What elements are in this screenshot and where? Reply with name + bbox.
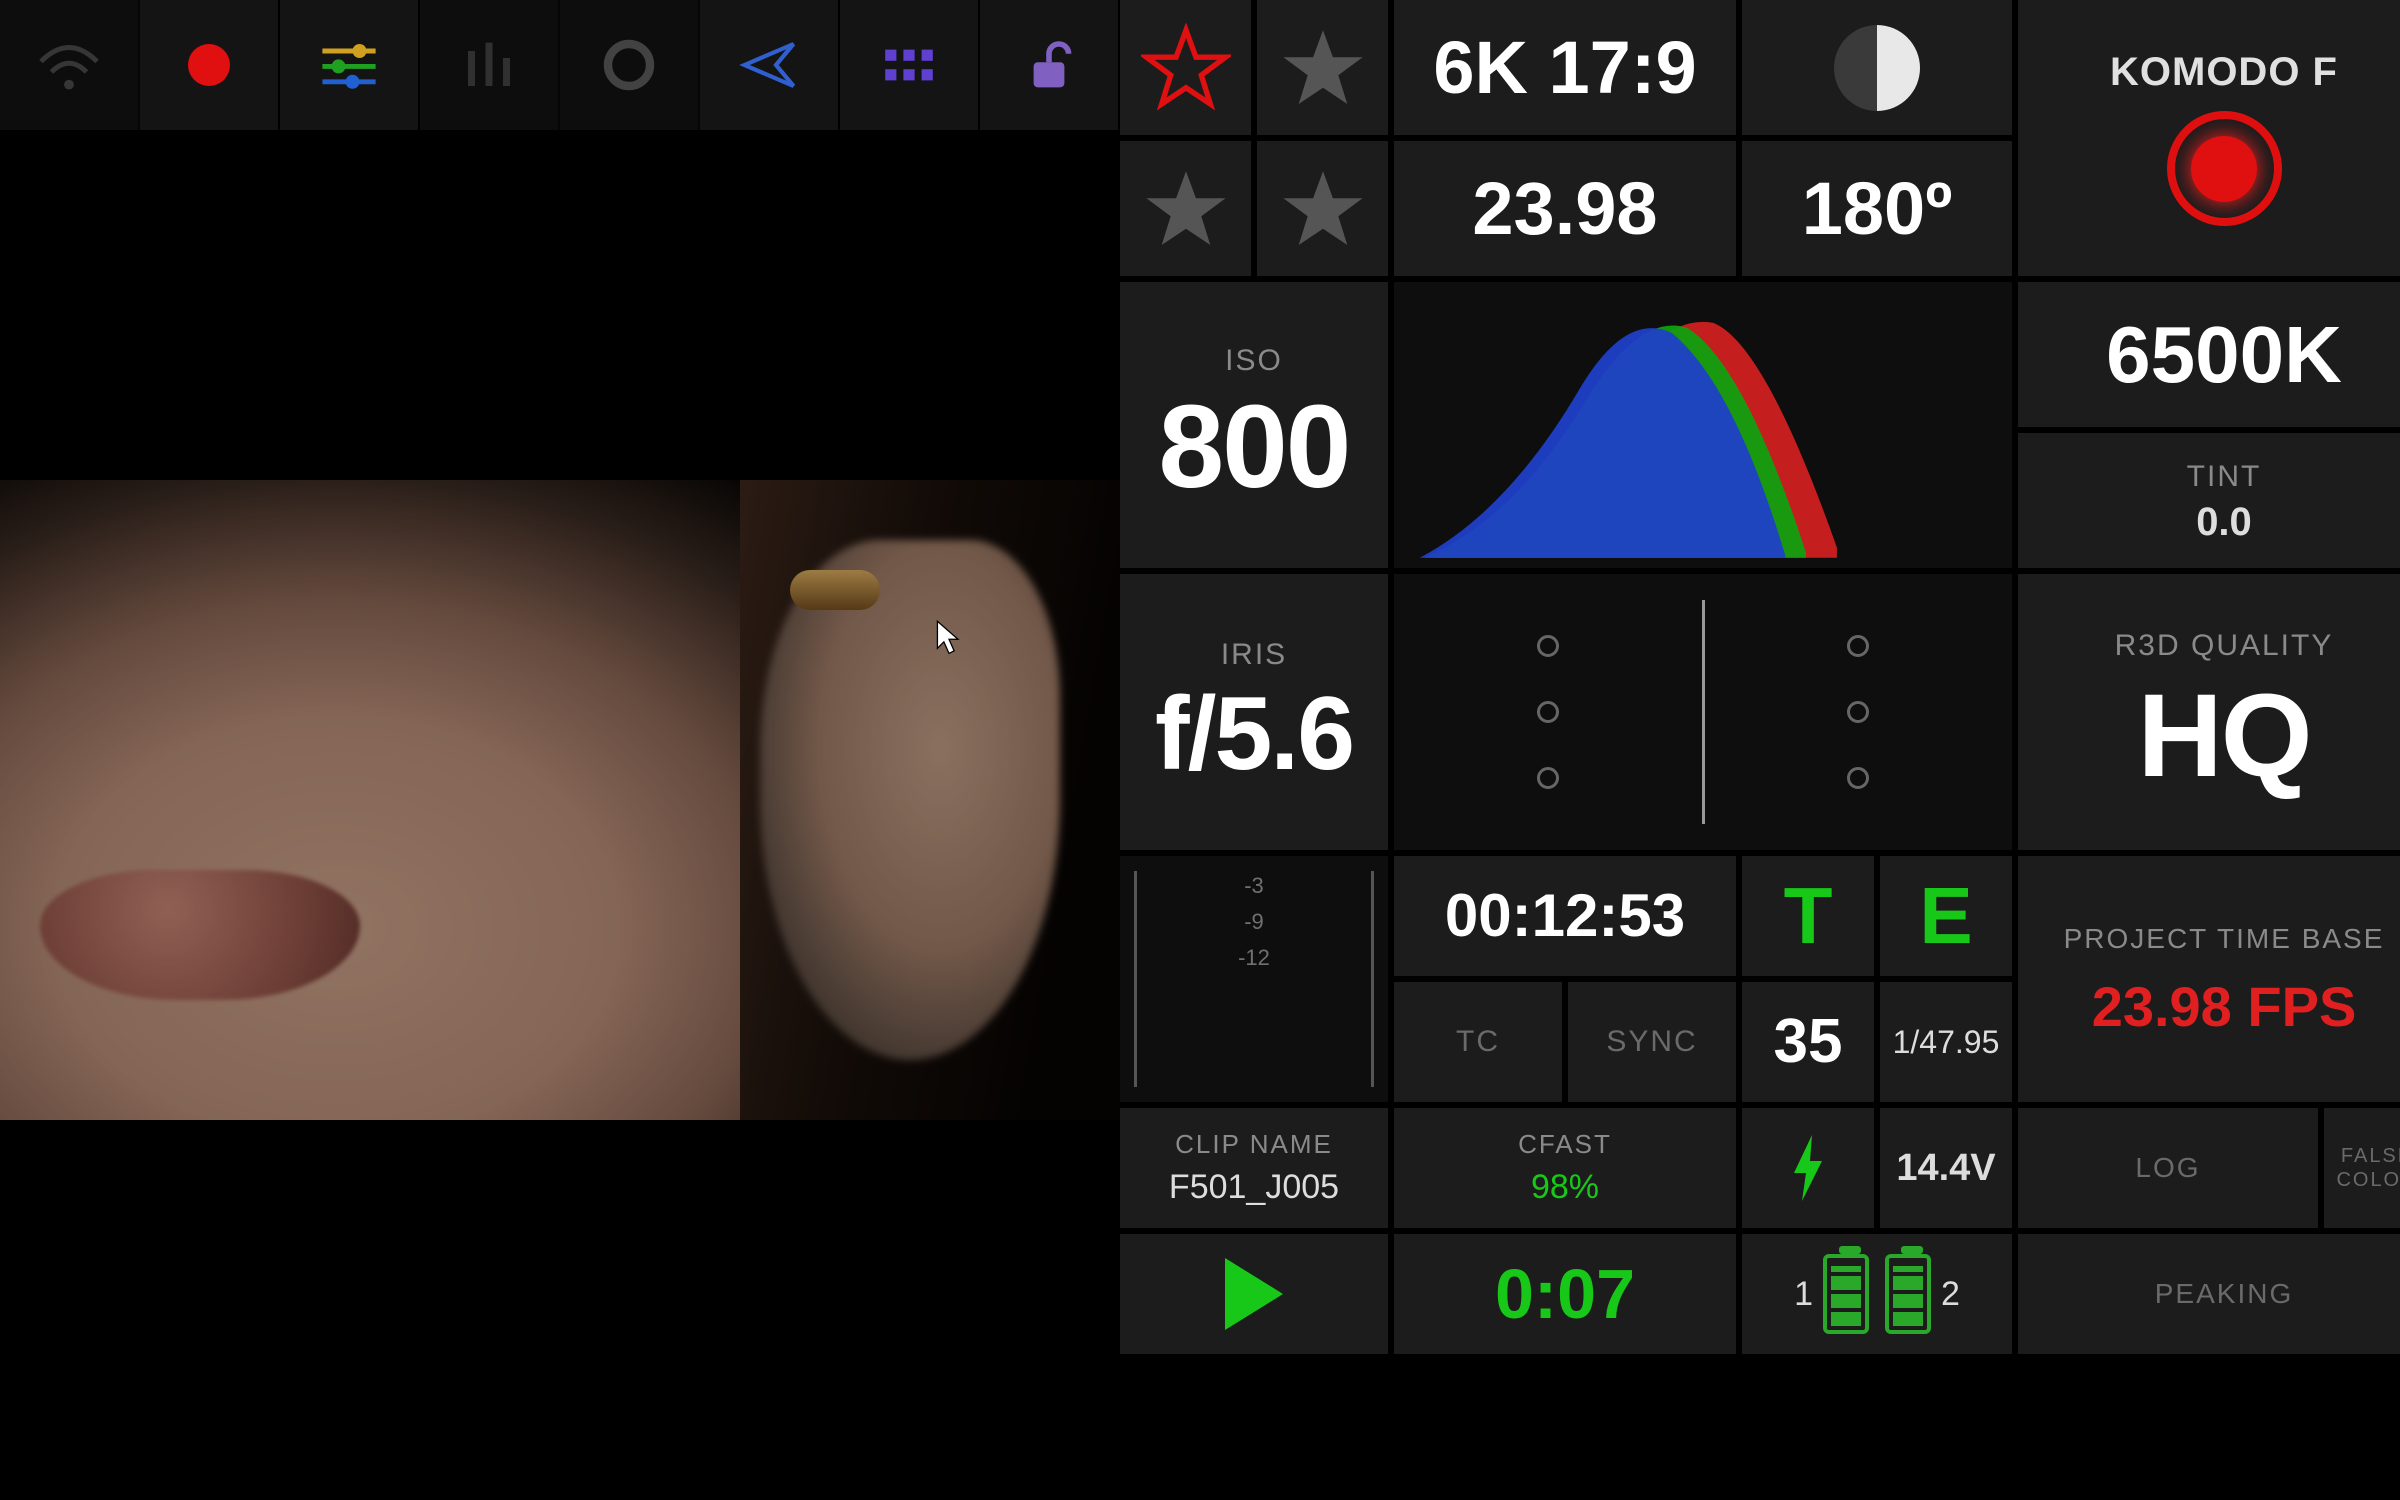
kelvin-value: 6500K (2106, 315, 2342, 395)
iso-value: 800 (1159, 388, 1350, 506)
rating-block[interactable] (1120, 0, 1388, 276)
t-indicator[interactable]: T (1742, 856, 1874, 976)
clip-name-cell[interactable]: CLIP NAME F501_J005 (1120, 1108, 1388, 1228)
monitor-panel (0, 0, 1120, 1500)
left-toolbar (0, 0, 1120, 130)
clip-name-value: F501_J005 (1169, 1168, 1339, 1207)
sync-button[interactable]: SYNC (1568, 982, 1736, 1102)
audio-scale-12: -12 (1238, 940, 1270, 976)
log-button[interactable]: LOG (2018, 1108, 2318, 1228)
kelvin-cell[interactable]: 6500K (2018, 282, 2400, 427)
media-cell[interactable]: CFAST 98% (1394, 1108, 1736, 1228)
resolution-cell[interactable]: 6K 17:9 (1394, 0, 1736, 135)
shutter-angle-value: 180º (1802, 172, 1953, 246)
tc-button[interactable]: TC (1394, 982, 1562, 1102)
camera-name: KOMODO F (2110, 50, 2338, 95)
preview-area (0, 130, 1120, 1500)
play-icon (1225, 1258, 1283, 1330)
tc-sync-block: TC SYNC (1394, 982, 1736, 1102)
timecode-value: 00:12:53 (1445, 886, 1685, 946)
audio-meter[interactable]: -3 -9 -12 (1120, 856, 1388, 1102)
grid-button[interactable] (840, 0, 980, 130)
control-panel: 6K 17:9 KOMODO F 23.98 180º ISO 800 (1120, 0, 2400, 1500)
shutter-angle-cell[interactable]: 180º (1742, 141, 2012, 276)
media-percent: 98% (1531, 1168, 1599, 1207)
aperture-button[interactable] (560, 0, 700, 130)
false-color-button[interactable]: FALSE COLOR (2324, 1108, 2400, 1228)
bolt-icon (1788, 1133, 1828, 1203)
battery-1-icon (1823, 1254, 1869, 1334)
shutter-time-cell[interactable]: 1/47.95 (1880, 982, 2012, 1102)
preview-image (0, 480, 1120, 1120)
timecode-cell[interactable]: 00:12:53 (1394, 856, 1736, 976)
iso-label: ISO (1225, 344, 1283, 378)
fps-cell[interactable]: 23.98 (1394, 141, 1736, 276)
r3d-cell[interactable]: R3D QUALITY HQ (2018, 574, 2400, 850)
battery-2-icon (1885, 1254, 1931, 1334)
r3d-label: R3D QUALITY (2115, 629, 2334, 663)
clip-time-cell[interactable]: 0:07 (1394, 1234, 1736, 1354)
record-button[interactable] (140, 0, 280, 130)
iris-value: f/5.6 (1155, 682, 1353, 786)
iris-label: IRIS (1221, 638, 1287, 672)
battery-cell[interactable]: 1 2 (1742, 1234, 2012, 1354)
tint-label: TINT (2187, 460, 2262, 494)
peaking-button[interactable]: PEAKING (2018, 1234, 2400, 1354)
sliders-button[interactable] (280, 0, 420, 130)
unlock-button[interactable] (980, 0, 1120, 130)
voltage-cell[interactable]: 14.4V (1880, 1108, 2012, 1228)
record-indicator (2167, 111, 2282, 226)
audio-scale-3: -3 (1238, 868, 1270, 904)
eq-button[interactable] (420, 0, 560, 130)
power-icon-cell[interactable] (1742, 1108, 1874, 1228)
wifi-button[interactable] (0, 0, 140, 130)
shutter-icon-cell[interactable] (1742, 0, 2012, 135)
tint-cell[interactable]: TINT 0.0 (2018, 433, 2400, 568)
tint-value: 0.0 (2196, 502, 2252, 542)
exposure-dots[interactable] (1394, 574, 2012, 850)
ptb-value: 23.98 FPS (2092, 979, 2357, 1035)
resolution-value: 6K 17:9 (1433, 31, 1696, 105)
audio-scale-9: -9 (1238, 904, 1270, 940)
send-button[interactable] (700, 0, 840, 130)
play-button[interactable] (1120, 1234, 1388, 1354)
mouse-cursor (935, 620, 963, 656)
iris-cell[interactable]: IRIS f/5.6 (1120, 574, 1388, 850)
iso-cell[interactable]: ISO 800 (1120, 282, 1388, 568)
take-count-cell[interactable]: 35 (1742, 982, 1874, 1102)
project-timebase-cell[interactable]: PROJECT TIME BASE 23.98 FPS (2018, 856, 2400, 1102)
r3d-value: HQ (2138, 677, 2311, 795)
fps-value: 23.98 (1472, 172, 1657, 246)
e-indicator[interactable]: E (1880, 856, 2012, 976)
ptb-label: PROJECT TIME BASE (2064, 923, 2385, 955)
camera-id-cell[interactable]: KOMODO F (2018, 0, 2400, 276)
histogram[interactable] (1394, 282, 2012, 568)
half-moon-icon (1834, 25, 1920, 111)
